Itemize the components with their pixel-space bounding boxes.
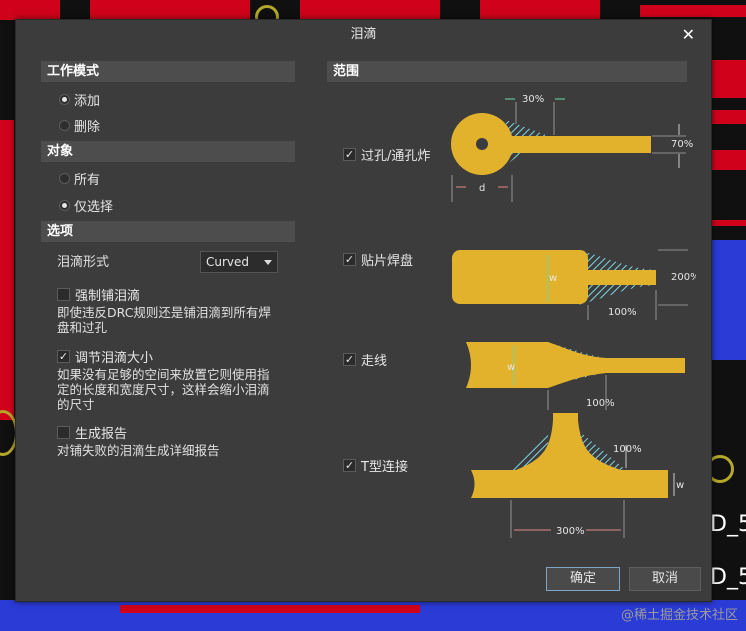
via-label-top: 30% [522,94,544,105]
pcb-label: D_5V [710,512,746,537]
via-track [506,136,651,153]
radio-add[interactable]: 添加 [59,90,100,109]
adjust-size-label: 调节泪滴大小 [75,351,154,366]
watermark: @稀土掘金技术社区 [620,608,738,623]
adjust-size-desc: 如果没有足够的空间来放置它则使用指 定的长度和宽度尺寸，这样会缩小泪滴 的尺寸 [57,367,270,412]
pcb-trace [640,5,746,17]
dialog-title: 泪滴 [350,27,377,42]
smd-pad [452,250,588,304]
via-hole [476,138,488,150]
desc-line: 的尺寸 [57,397,95,412]
radio-selected-only[interactable]: 仅选择 [59,196,113,215]
force-teardrop-desc: 即使违反DRC规则还是铺泪滴到所有焊 盘和过孔 [57,305,271,335]
desc-line: 如果没有足够的空间来放置它则使用指 [57,367,270,382]
desc-line: 定的长度和宽度尺寸，这样会缩小泪滴 [57,382,270,397]
force-teardrop-checkbox[interactable]: 强制铺泪滴 [57,285,140,304]
t-junction-shape [471,413,668,498]
pcb-trace [710,60,746,98]
generate-report-box[interactable] [57,426,70,439]
t-junction-diagram: 100% w 300% [471,413,684,538]
pcb-plane [712,240,746,360]
pcb-trace [0,120,14,420]
t-label-w: w [676,480,684,491]
teardrop-style-select[interactable]: Curved [200,251,278,273]
smd-label-right: 200% [671,272,696,283]
pcb-trace [120,605,420,613]
section-object: 对象 [41,141,295,162]
teardrop-style-label: 泪滴形式 [57,255,110,270]
generate-report-desc: 对铺失败的泪滴生成详细报告 [57,443,220,458]
radio-remove-indicator[interactable] [59,120,70,131]
teardrop-dialog: 泪滴 ✕ 工作模式 添加 删除 对象 所有 仅选择 选项 泪滴形式 Curved… [15,19,712,602]
pcb-trace [712,220,746,226]
force-teardrop-label: 强制铺泪滴 [75,289,141,304]
force-teardrop-box[interactable] [57,288,70,301]
section-options: 选项 [41,221,295,242]
radio-all[interactable]: 所有 [59,169,100,188]
pcb-trace [710,110,746,124]
radio-add-indicator[interactable] [59,94,70,105]
radio-remove-label: 删除 [74,120,101,135]
pcb-trace [0,0,60,20]
t-label-top: 100% [613,444,642,455]
radio-remove[interactable]: 删除 [59,116,100,135]
dialog-titlebar[interactable]: 泪滴 ✕ [16,20,711,50]
smd-diagram: w 200% 100% [452,249,696,320]
smd-label-w: w [549,273,557,284]
radio-selected-only-label: 仅选择 [74,200,114,215]
via-label-right: 70% [671,139,693,150]
smd-track [586,270,656,285]
adjust-size-checkbox[interactable]: ✓ 调节泪滴大小 [57,347,153,366]
t-label-bottom: 300% [556,526,585,537]
desc-line: 盘和过孔 [57,320,108,335]
pcb-label: D_5V [710,565,746,590]
pcb-trace [710,150,746,170]
track-label-bottom: 100% [586,398,615,409]
radio-all-label: 所有 [74,173,101,188]
desc-line: 对铺失败的泪滴生成详细报告 [57,443,220,458]
chevron-down-icon [264,260,272,265]
desc-line: 即使违反DRC规则还是铺泪滴到所有焊 [57,305,271,320]
teardrop-style-value: Curved [206,255,250,269]
close-icon[interactable]: ✕ [682,20,695,50]
track-shape [466,342,685,388]
track-diagram: w 100% [466,342,685,410]
smd-label-bottom: 100% [608,307,637,318]
section-work-mode: 工作模式 [41,61,295,82]
via-diagram: 30% 70% d [451,94,693,202]
teardrop-diagrams: 30% 70% d w 200% 100% [451,94,696,538]
via-label-bottom: d [479,183,485,194]
section-scope: 范围 [327,61,687,82]
radio-add-label: 添加 [74,94,101,109]
radio-selected-only-indicator[interactable] [59,200,70,211]
ok-button[interactable]: 确定 [546,567,620,591]
pcb-trace [300,0,440,20]
track-label-w: w [507,362,515,373]
radio-all-indicator[interactable] [59,173,70,184]
pcb-trace [480,0,600,20]
cancel-button[interactable]: 取消 [629,567,701,591]
pcb-trace [90,0,250,20]
adjust-size-box[interactable]: ✓ [57,350,70,363]
generate-report-label: 生成报告 [75,427,128,442]
generate-report-checkbox[interactable]: 生成报告 [57,423,127,442]
